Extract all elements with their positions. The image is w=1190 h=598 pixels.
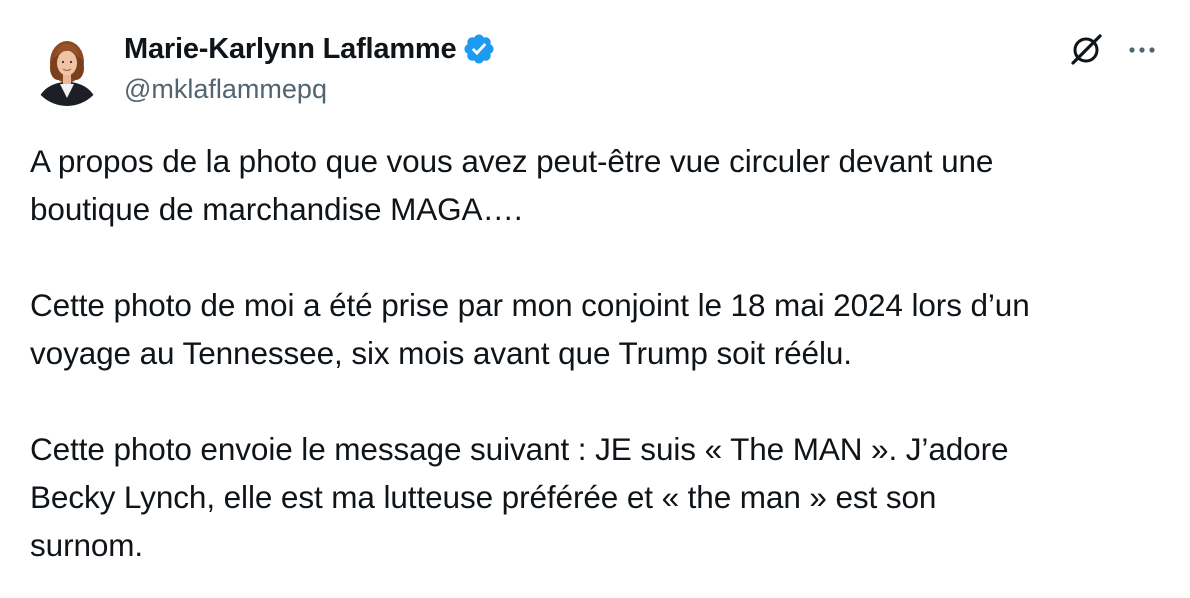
- author-handle[interactable]: @mklaflammepq: [124, 74, 327, 105]
- author-display-name[interactable]: Marie-Karlynn Laflamme: [124, 33, 457, 66]
- tweet-paragraph: Cette photo de moi a été prise par mon c…: [30, 287, 1030, 371]
- avatar[interactable]: [30, 32, 104, 106]
- profile-photo-icon: [30, 32, 104, 106]
- tweet-card: Marie-Karlynn Laflamme @mklaflammepq A p…: [0, 0, 1190, 598]
- verified-badge-icon[interactable]: [462, 32, 496, 66]
- more-options-icon[interactable]: [1122, 30, 1162, 70]
- tweet-paragraph: A propos de la photo que vous avez peut-…: [30, 143, 994, 227]
- tweet-paragraph: Cette photo envoie le message suivant : …: [30, 431, 1009, 563]
- author-name-row: Marie-Karlynn Laflamme: [124, 30, 496, 68]
- grok-icon[interactable]: [1066, 30, 1106, 70]
- tweet-text: A propos de la photo que vous avez peut-…: [30, 137, 1170, 569]
